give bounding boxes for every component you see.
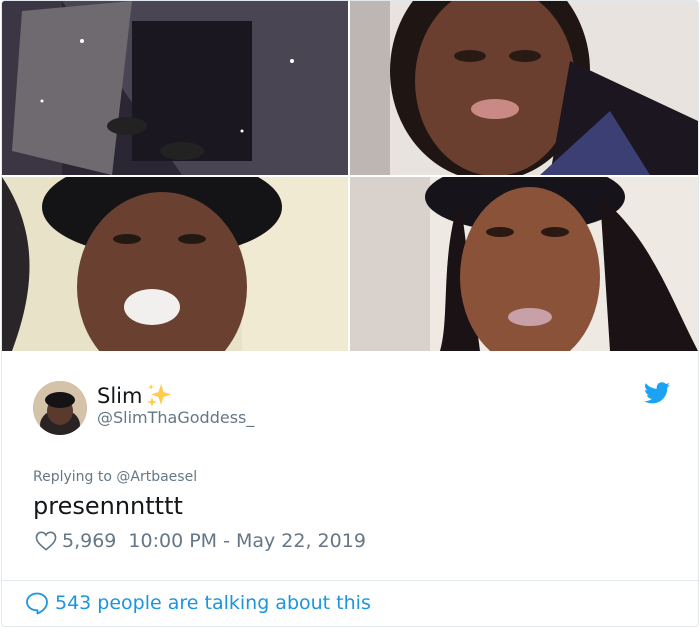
author-handle[interactable]: @SlimThaGoddess_ [97,408,254,427]
replying-to-link[interactable]: @Artbaesel [116,469,197,485]
talking-about-link[interactable]: 543 people are talking about this [25,591,371,615]
display-name[interactable]: Slim [97,384,142,408]
photo-grid [2,1,698,351]
divider [2,580,698,581]
replying-to-line: Replying to @Artbaesel [33,469,197,485]
talking-about-text[interactable]: 543 people are talking about this [55,592,371,614]
tweet-timestamp[interactable]: 10:00 PM - May 22, 2019 [128,530,366,552]
photo-durag-smoke[interactable] [2,177,348,351]
photo-durag-glow[interactable] [350,177,698,351]
embedded-tweet-card[interactable]: Slim @SlimThaGoddess_ Replying to @Artba… [1,0,699,627]
author-name-row[interactable]: Slim [97,382,173,410]
sparkles-icon [147,384,172,407]
photo-closeup-lips[interactable] [350,1,698,175]
twitter-bird-icon[interactable] [644,382,670,404]
replying-prefix: Replying to [33,469,117,485]
tweet-meta: 5,969 10:00 PM - May 22, 2019 [35,530,366,552]
like-count[interactable]: 5,969 [62,530,116,552]
avatar[interactable] [33,381,87,435]
photo-mirror-selfie[interactable] [2,1,348,175]
tweet-text: presennntttt [33,492,183,520]
speech-bubble-icon [26,592,48,615]
heart-icon[interactable] [35,531,57,551]
